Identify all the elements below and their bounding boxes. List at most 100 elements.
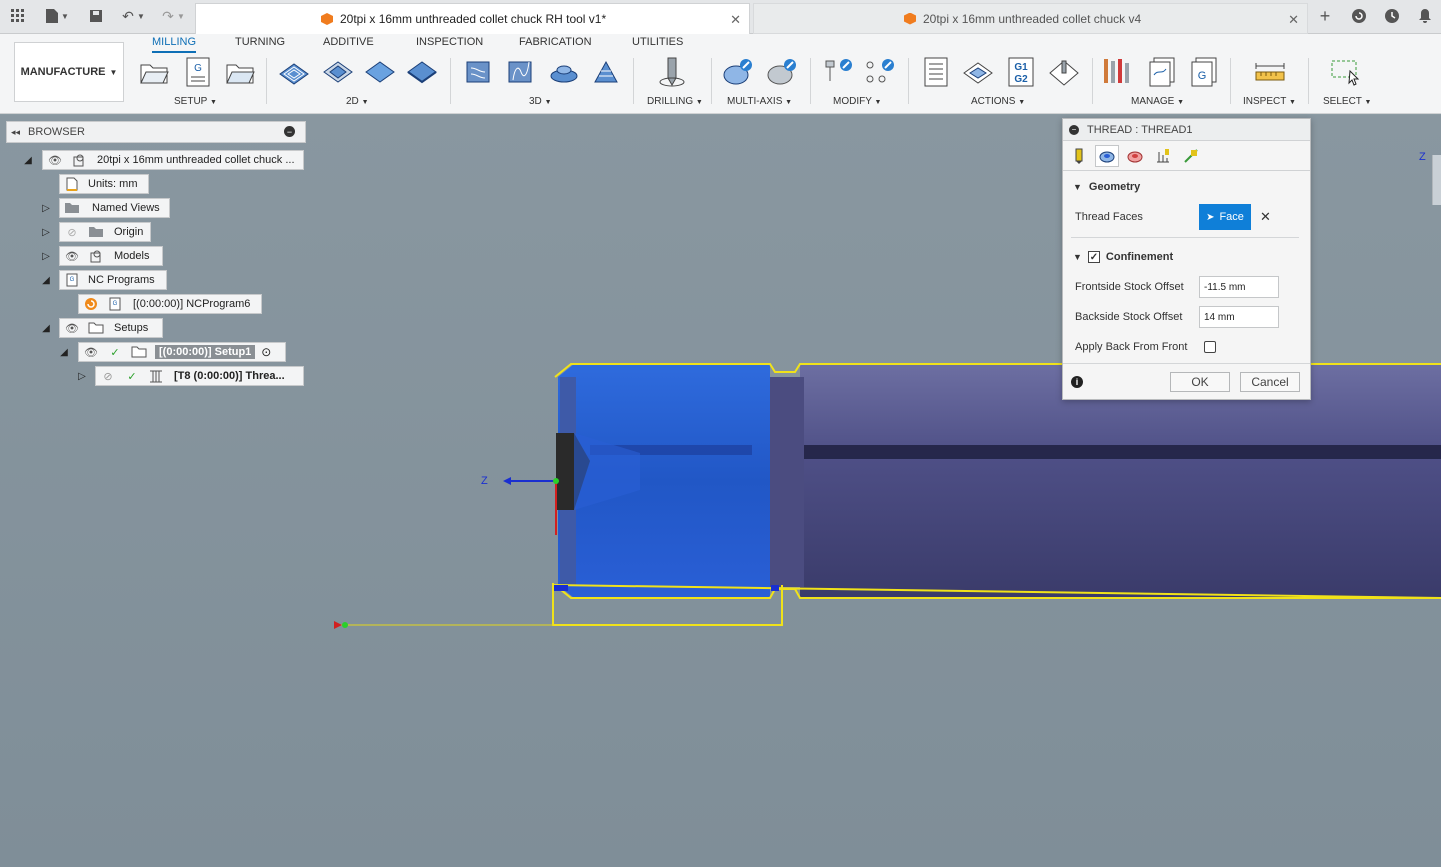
- viewcube-z-label[interactable]: Z: [1419, 151, 1426, 163]
- workspace-switcher[interactable]: MANUFACTURE ▼: [14, 42, 124, 102]
- collapse-setups-icon[interactable]: ◢: [40, 322, 52, 334]
- backside-offset-input[interactable]: 14 mm: [1199, 306, 1279, 328]
- tab-turning[interactable]: TURNING: [235, 36, 285, 48]
- expand-origin-icon[interactable]: ▷: [40, 226, 52, 238]
- undo-icon[interactable]: ↶: [118, 6, 138, 26]
- group-actions[interactable]: ACTIONS ▼: [971, 96, 1025, 107]
- geometry-section-header[interactable]: ▼ Geometry: [1073, 181, 1140, 193]
- group-3d[interactable]: 3D ▼: [529, 96, 552, 107]
- 2d-contour-icon[interactable]: [406, 56, 438, 88]
- collapse-nc-programs-icon[interactable]: ◢: [40, 274, 52, 286]
- clear-selection-icon[interactable]: ✕: [1260, 209, 1271, 225]
- tab-tool[interactable]: [1067, 145, 1091, 167]
- document-tab-inactive[interactable]: 20tpi x 16mm unthreaded collet chuck v4 …: [753, 3, 1308, 34]
- tab-linking[interactable]: [1179, 145, 1203, 167]
- dialog-title-bar[interactable]: − THREAD : THREAD1: [1063, 119, 1310, 141]
- eye-icon[interactable]: 👁: [47, 153, 63, 167]
- collapse-setup1-icon[interactable]: ◢: [58, 346, 70, 358]
- window-select-icon[interactable]: [1330, 56, 1362, 88]
- face-selection-button[interactable]: ➤ Face: [1199, 204, 1251, 230]
- tree-setup1[interactable]: 👁 ✓ [(0:00:00)] Setup1 ⊙: [78, 342, 286, 362]
- file-icon[interactable]: [42, 6, 62, 26]
- tree-origin[interactable]: ⊘ Origin: [59, 222, 151, 242]
- eye-hidden-icon[interactable]: ⊘: [100, 369, 116, 383]
- grid-icon[interactable]: [8, 6, 28, 26]
- eye-icon[interactable]: 👁: [64, 321, 80, 335]
- group-multi-axis[interactable]: MULTI-AXIS ▼: [727, 96, 792, 107]
- 3d-pocket-icon[interactable]: [504, 56, 536, 88]
- group-manage[interactable]: MANAGE ▼: [1131, 96, 1184, 107]
- eye-icon[interactable]: 👁: [83, 345, 99, 359]
- dialog-collapse-icon[interactable]: −: [1069, 124, 1079, 135]
- save-icon[interactable]: [86, 6, 106, 26]
- tab-additive[interactable]: ADDITIVE: [323, 36, 374, 48]
- tab-milling[interactable]: MILLING: [152, 36, 197, 53]
- tab-inspection[interactable]: INSPECTION: [416, 36, 483, 48]
- document-tab-active[interactable]: 20tpi x 16mm unthreaded collet chuck RH …: [195, 3, 750, 34]
- eye-icon[interactable]: 👁: [64, 249, 80, 263]
- nc-program-icon[interactable]: G: [182, 56, 214, 88]
- redo-icon[interactable]: ↷: [158, 6, 178, 26]
- expand-thread-op-icon[interactable]: ▷: [76, 370, 88, 382]
- tab-radii[interactable]: [1123, 145, 1147, 167]
- template-library-icon[interactable]: [1146, 56, 1178, 88]
- 2d-pocket-icon[interactable]: [322, 56, 354, 88]
- tree-named-views[interactable]: Named Views: [59, 198, 170, 218]
- modify-pattern-icon[interactable]: [864, 56, 896, 88]
- eye-hidden-icon[interactable]: ⊘: [64, 225, 80, 239]
- tool-library-icon[interactable]: [1102, 56, 1134, 88]
- group-2d[interactable]: 2D ▼: [346, 96, 369, 107]
- setup-folder-icon[interactable]: [224, 56, 256, 88]
- tree-root-document[interactable]: 👁 20tpi x 16mm unthreaded collet chuck .…: [42, 150, 304, 170]
- 3d-adaptive-icon[interactable]: [462, 56, 494, 88]
- tree-nc-program[interactable]: G [(0:00:00)] NCProgram6: [78, 294, 262, 314]
- info-icon[interactable]: i: [1071, 376, 1083, 388]
- browser-header[interactable]: ◂◂ BROWSER −: [6, 121, 306, 143]
- tab-fabrication[interactable]: FABRICATION: [519, 36, 592, 48]
- 2d-adaptive-icon[interactable]: [278, 56, 310, 88]
- confinement-checkbox[interactable]: ✓: [1087, 251, 1100, 263]
- expand-named-views-icon[interactable]: ▷: [40, 202, 52, 214]
- tree-thread-operation[interactable]: ⊘ ✓ [T8 (0:00:00)] Threa...: [95, 366, 304, 386]
- tree-nc-programs[interactable]: G NC Programs: [59, 270, 167, 290]
- multi-axis-contour-icon[interactable]: [766, 56, 798, 88]
- group-modify[interactable]: MODIFY ▼: [833, 96, 881, 107]
- close-tab-icon[interactable]: ✕: [730, 12, 741, 28]
- group-select[interactable]: SELECT ▼: [1323, 96, 1371, 107]
- 2d-face-icon[interactable]: [364, 56, 396, 88]
- simulate-icon[interactable]: [962, 56, 994, 88]
- machine-icon[interactable]: [1048, 56, 1080, 88]
- multi-axis-swarf-icon[interactable]: [722, 56, 754, 88]
- active-setup-icon[interactable]: ⊙: [261, 345, 271, 359]
- setup-sheet-icon[interactable]: [920, 56, 952, 88]
- 3d-scallop-icon[interactable]: [590, 56, 622, 88]
- tree-models[interactable]: 👁 Models: [59, 246, 163, 266]
- collapse-root-icon[interactable]: ◢: [22, 154, 34, 166]
- measure-icon[interactable]: [1254, 56, 1286, 88]
- new-setup-folder-icon[interactable]: [138, 56, 170, 88]
- tab-utilities[interactable]: UTILITIES: [632, 36, 683, 48]
- apply-back-checkbox[interactable]: [1204, 341, 1216, 353]
- tab-passes[interactable]: [1151, 145, 1175, 167]
- group-setup[interactable]: SETUP ▼: [174, 96, 217, 107]
- tree-units[interactable]: Units: mm: [59, 174, 149, 194]
- add-tab-icon[interactable]: +: [1315, 6, 1335, 26]
- redo-chevron-icon[interactable]: ▼: [176, 6, 186, 26]
- modify-tool-icon[interactable]: [822, 56, 854, 88]
- post-process-icon[interactable]: G1 G2: [1005, 56, 1037, 88]
- clock-icon[interactable]: [1382, 6, 1402, 26]
- file-menu-chevron-icon[interactable]: ▼: [60, 6, 70, 26]
- 3d-steep-shallow-icon[interactable]: [548, 56, 580, 88]
- bell-icon[interactable]: [1415, 6, 1435, 26]
- expand-models-icon[interactable]: ▷: [40, 250, 52, 262]
- tab-geometry[interactable]: [1095, 145, 1119, 167]
- ok-button[interactable]: OK: [1170, 372, 1230, 392]
- undo-chevron-icon[interactable]: ▼: [136, 6, 146, 26]
- confinement-section-header[interactable]: ▼ ✓ Confinement: [1073, 251, 1173, 263]
- browser-options-icon[interactable]: −: [284, 126, 295, 137]
- drill-icon[interactable]: [656, 56, 688, 88]
- group-inspect[interactable]: INSPECT ▼: [1243, 96, 1296, 107]
- group-drilling[interactable]: DRILLING ▼: [647, 96, 703, 107]
- post-library-icon[interactable]: G: [1188, 56, 1220, 88]
- viewcube-edge[interactable]: [1432, 155, 1441, 205]
